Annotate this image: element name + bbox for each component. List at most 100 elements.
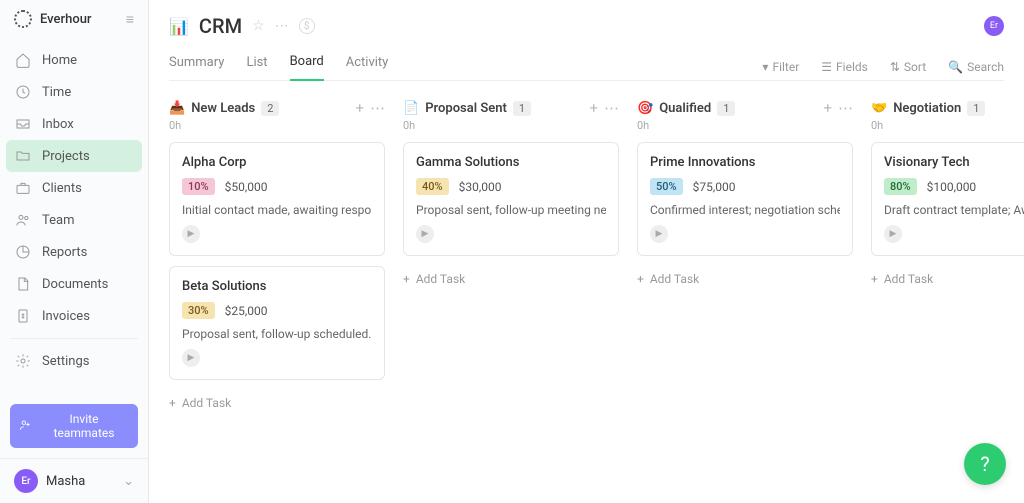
search-icon: 🔍	[948, 60, 963, 74]
sidebar: Everhour ≡ Home Time Inbox Projects Clie…	[0, 0, 149, 503]
sidebar-item-label: Time	[42, 85, 71, 100]
document-icon	[14, 275, 32, 293]
card-title: Gamma Solutions	[416, 155, 606, 170]
play-icon[interactable]: ▶	[884, 225, 902, 243]
sidebar-item-documents[interactable]: Documents	[0, 268, 148, 300]
invite-button[interactable]: Invite teammates	[10, 404, 138, 448]
tab-board[interactable]: Board	[290, 54, 324, 81]
users-icon	[14, 211, 32, 229]
tabs: Summary List Board Activity ▾Filter ☰Fie…	[169, 54, 1004, 81]
column-hours: 0h	[169, 119, 385, 132]
card-amount: $100,000	[927, 180, 977, 194]
sort-button[interactable]: ⇅Sort	[890, 60, 926, 74]
column-count: 1	[967, 101, 985, 116]
sidebar-user[interactable]: Er Masha ⌄	[0, 458, 148, 503]
column-add-icon[interactable]: +	[589, 99, 598, 117]
add-task-button[interactable]: +Add Task	[403, 266, 619, 292]
card-meta: 40% $30,000	[416, 178, 606, 195]
percent-badge: 10%	[182, 178, 215, 195]
sidebar-item-label: Inbox	[42, 117, 74, 132]
sidebar-item-team[interactable]: Team	[0, 204, 148, 236]
tab-list[interactable]: List	[246, 55, 267, 80]
project-icon: 📊	[169, 17, 189, 36]
column-emoji-icon: 📥	[169, 101, 185, 116]
add-task-button[interactable]: +Add Task	[871, 266, 1024, 292]
column-hours: 0h	[871, 119, 1024, 132]
column-title: Negotiation	[893, 101, 961, 116]
task-card[interactable]: Alpha Corp 10% $50,000 Initial contact m…	[169, 142, 385, 256]
gear-icon	[14, 352, 32, 370]
sidebar-item-home[interactable]: Home	[0, 44, 148, 76]
star-icon[interactable]: ☆	[252, 18, 265, 34]
board-column: 📄 Proposal Sent 1 + ⋯ 0h Gamma Solutions…	[403, 99, 619, 485]
sidebar-item-inbox[interactable]: Inbox	[0, 108, 148, 140]
column-title: Qualified	[659, 101, 711, 116]
folder-icon	[14, 147, 32, 165]
collapse-icon[interactable]: ≡	[126, 11, 134, 28]
fields-icon: ☰	[821, 60, 832, 74]
column-add-icon[interactable]: +	[823, 99, 832, 117]
card-amount: $30,000	[459, 180, 502, 194]
sidebar-bottom: Invite teammates	[0, 394, 148, 458]
task-card[interactable]: Gamma Solutions 40% $30,000 Proposal sen…	[403, 142, 619, 256]
add-task-button[interactable]: +Add Task	[637, 266, 853, 292]
fields-button[interactable]: ☰Fields	[821, 60, 868, 74]
user-name: Masha	[46, 474, 85, 489]
column-more-icon[interactable]: ⋯	[838, 99, 853, 117]
column-add-icon[interactable]: +	[355, 99, 364, 117]
sort-icon: ⇅	[890, 60, 900, 74]
more-icon[interactable]: ⋯	[275, 18, 289, 34]
percent-badge: 80%	[884, 178, 917, 195]
card-meta: 30% $25,000	[182, 302, 372, 319]
column-more-icon[interactable]: ⋯	[370, 99, 385, 117]
help-button[interactable]: ?	[964, 443, 1006, 485]
task-card[interactable]: Visionary Tech 80% $100,000 Draft contra…	[871, 142, 1024, 256]
play-icon[interactable]: ▶	[182, 349, 200, 367]
tab-summary[interactable]: Summary	[169, 55, 224, 80]
board: 📥 New Leads 2 + ⋯ 0h Alpha Corp 10% $50,…	[149, 81, 1024, 503]
plus-icon: +	[169, 396, 176, 410]
sidebar-item-label: Projects	[42, 149, 90, 164]
sidebar-item-time[interactable]: Time	[0, 76, 148, 108]
avatar: Er	[14, 469, 38, 493]
play-icon[interactable]: ▶	[416, 225, 434, 243]
sidebar-item-invoices[interactable]: Invoices	[0, 300, 148, 332]
column-count: 1	[717, 101, 735, 116]
sidebar-item-projects[interactable]: Projects	[6, 140, 142, 172]
brand-name: Everhour	[40, 12, 92, 27]
sidebar-item-clients[interactable]: Clients	[0, 172, 148, 204]
brand-logo	[14, 10, 32, 28]
add-task-button[interactable]: +Add Task	[169, 390, 385, 416]
column-more-icon[interactable]: ⋯	[604, 99, 619, 117]
card-description: Draft contract template; Awaiting	[884, 203, 1024, 217]
column-title: Proposal Sent	[425, 101, 507, 116]
percent-badge: 30%	[182, 302, 215, 319]
briefcase-icon	[14, 179, 32, 197]
play-icon[interactable]: ▶	[650, 225, 668, 243]
invoice-icon	[14, 307, 32, 325]
sidebar-item-label: Reports	[42, 245, 87, 260]
column-count: 1	[513, 101, 531, 116]
sidebar-item-reports[interactable]: Reports	[0, 236, 148, 268]
card-title: Prime Innovations	[650, 155, 840, 170]
sidebar-nav: Home Time Inbox Projects Clients Team Re…	[0, 38, 148, 394]
task-card[interactable]: Beta Solutions 30% $25,000 Proposal sent…	[169, 266, 385, 380]
sidebar-item-label: Clients	[42, 181, 82, 196]
column-header: 📄 Proposal Sent 1 + ⋯	[403, 99, 619, 117]
card-title: Beta Solutions	[182, 279, 372, 294]
board-column: 🎯 Qualified 1 + ⋯ 0h Prime Innovations 5…	[637, 99, 853, 485]
filter-button[interactable]: ▾Filter	[762, 60, 799, 74]
divider	[10, 338, 138, 339]
search-button[interactable]: 🔍Search	[948, 60, 1004, 74]
filter-icon: ▾	[762, 60, 768, 74]
card-description: Confirmed interest; negotiation schedule…	[650, 203, 840, 217]
header-avatar[interactable]: Er	[984, 16, 1004, 36]
tab-activity[interactable]: Activity	[346, 55, 389, 80]
play-icon[interactable]: ▶	[182, 225, 200, 243]
plus-icon: +	[403, 272, 410, 286]
header-top: 📊 CRM ☆ ⋯ $ Er	[169, 14, 1004, 38]
sidebar-item-settings[interactable]: Settings	[0, 345, 148, 377]
dollar-icon[interactable]: $	[299, 18, 315, 34]
task-card[interactable]: Prime Innovations 50% $75,000 Confirmed …	[637, 142, 853, 256]
home-icon	[14, 51, 32, 69]
